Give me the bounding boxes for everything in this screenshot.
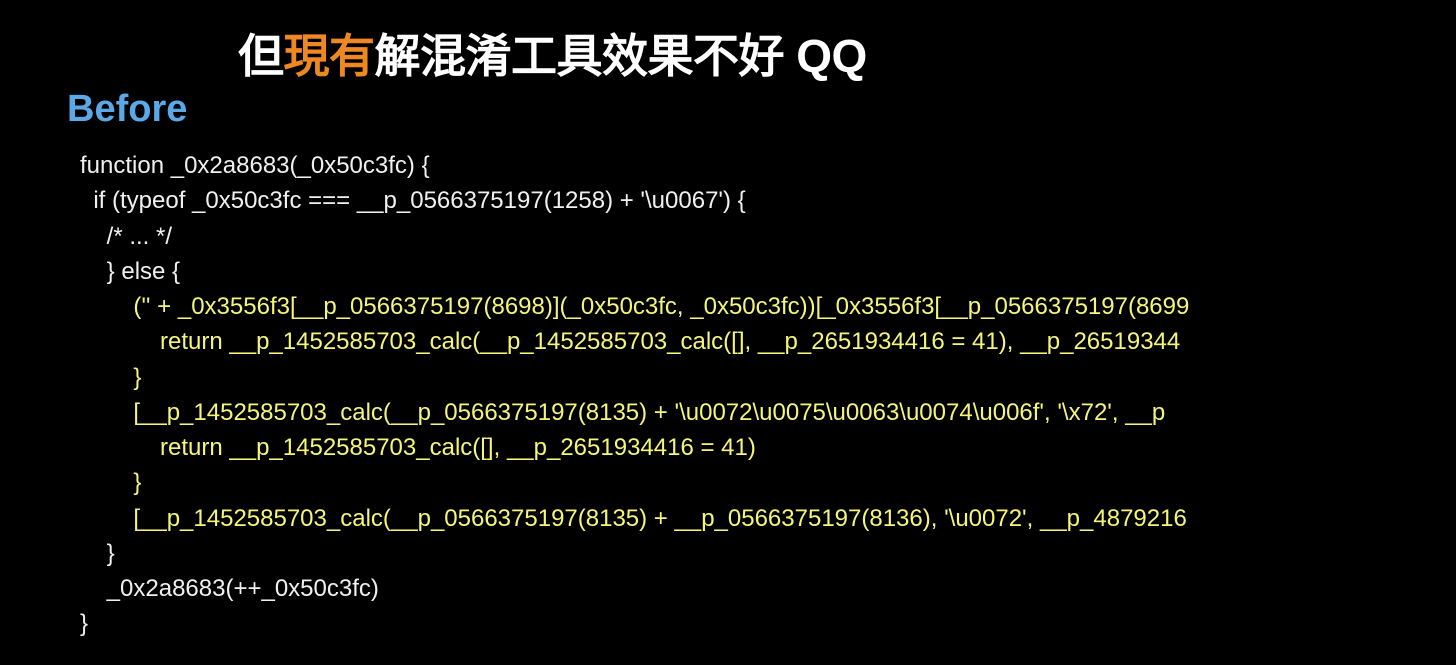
code-line: [__p_1452585703_calc(__p_0566375197(8135…	[80, 501, 1189, 536]
code-line: _0x2a8683(++_0x50c3fc)	[80, 571, 1189, 606]
code-line: if (typeof _0x50c3fc === __p_0566375197(…	[80, 183, 1189, 218]
code-line: /* ... */	[80, 219, 1189, 254]
code-line: function _0x2a8683(_0x50c3fc) {	[80, 148, 1189, 183]
section-label-before: Before	[67, 88, 187, 131]
code-line: }	[80, 465, 1189, 500]
code-line: ('' + _0x3556f3[__p_0566375197(8698)](_0…	[80, 289, 1189, 324]
code-line: [__p_1452585703_calc(__p_0566375197(8135…	[80, 395, 1189, 430]
title-highlight: 現有	[284, 30, 375, 82]
code-line: return __p_1452585703_calc([], __p_26519…	[80, 430, 1189, 465]
code-line: } else {	[80, 254, 1189, 289]
slide-title: 但現有解混淆工具效果不好 QQ	[238, 20, 867, 86]
title-prefix: 但	[238, 30, 284, 82]
code-line: }	[80, 360, 1189, 395]
code-line: }	[80, 536, 1189, 571]
code-block-before: function _0x2a8683(_0x50c3fc) { if (type…	[80, 148, 1189, 642]
code-line: }	[80, 606, 1189, 641]
title-suffix: 解混淆工具效果不好 QQ	[375, 30, 867, 82]
code-line: return __p_1452585703_calc(__p_145258570…	[80, 324, 1189, 359]
